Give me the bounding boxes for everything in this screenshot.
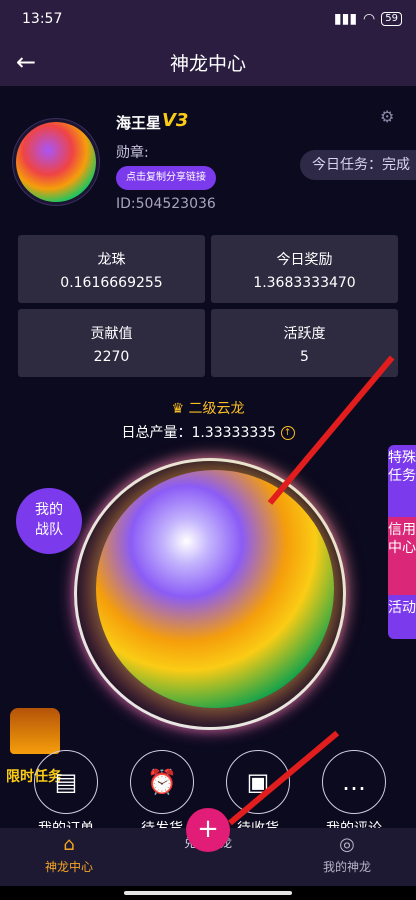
stat-value: 0.1616669255 [60,275,163,291]
side-tabs: 特殊任务 信用中心 活动 [388,445,416,639]
vip-badge: V3 [162,110,189,131]
top-navbar: ← 神龙中心 [0,38,416,86]
info-icon[interactable]: ↑ [280,426,295,440]
compass-icon: ◎ [339,834,355,855]
chat-bubble-icon[interactable]: … [322,750,386,814]
daily-output: 日总产量：1.33333335 ↑ [0,422,416,442]
avatar[interactable] [16,122,96,202]
stats-grid: 龙珠 0.1616669255 今日奖励 1.3683333470 贡献值 22… [18,235,405,377]
tab-label: 神龙中心 [44,860,93,874]
daily-output-label: 日总产量： [121,425,192,441]
stat-card-dragon-pearl: 龙珠 0.1616669255 [18,235,205,303]
plus-icon[interactable]: + [186,808,230,852]
clipboard-icon[interactable]: ▤ [34,750,98,814]
team-line2: 战队 [35,522,63,538]
daily-output-value: 1.33333335 [191,425,277,441]
status-bar: 13:57 ▮▮▮ ◠ 59 [0,0,416,38]
rank-text: 二级云龙 [188,401,245,417]
home-icon: ⌂ [63,834,75,855]
side-tab-credit-center[interactable]: 信用中心 [388,517,416,595]
stat-card-activity: 活跃度 5 [211,309,398,377]
stat-label: 活跃度 [283,326,326,342]
back-arrow-icon[interactable]: ← [16,48,36,76]
stat-card-contribution: 贡献值 2270 [18,309,205,377]
stat-value: 2270 [93,349,130,365]
status-indicators: ▮▮▮ ◠ 59 [334,11,402,27]
treasure-chest-icon[interactable] [10,708,60,754]
stat-value: 1.3683333470 [253,275,356,291]
stat-value: 5 [300,349,309,365]
dragon-orb-image[interactable] [96,470,334,708]
stat-label: 龙珠 [97,252,126,268]
side-tab-special-task[interactable]: 特殊任务 [388,445,416,517]
medal-label: 勋章: [116,145,149,161]
stat-label: 贡献值 [90,326,133,342]
tab-label: 我的神龙 [322,860,371,874]
side-tab-activity[interactable]: 活动 [388,595,416,639]
tab-my-dragon[interactable]: ◎ 我的神龙 [292,828,402,886]
signal-icon: ▮▮▮ [333,11,358,27]
stat-card-today-reward: 今日奖励 1.3683333470 [211,235,398,303]
home-indicator[interactable] [124,891,292,895]
wifi-icon: ◠ [363,11,376,27]
page-title: 神龙中心 [169,52,246,75]
alarm-clock-icon[interactable]: ⏰ [130,750,194,814]
gear-icon[interactable]: ⚙ [380,107,394,126]
copy-share-link-button[interactable]: 点击复制分享链接 [116,166,216,190]
battery-level: 59 [381,12,402,26]
team-line1: 我的 [35,502,63,518]
user-id: ID:504523036 [116,196,216,212]
stat-label: 今日奖励 [276,252,333,268]
status-time: 13:57 [22,11,63,27]
daily-task-pill[interactable]: 今日任务：完成 [300,150,416,180]
tab-dragon-center[interactable]: ⌂ 神龙中心 [14,828,124,886]
crown-icon: ♛ [171,401,185,417]
my-team-button[interactable]: 我的 战队 [16,488,82,554]
username: 海王星 [116,114,162,132]
